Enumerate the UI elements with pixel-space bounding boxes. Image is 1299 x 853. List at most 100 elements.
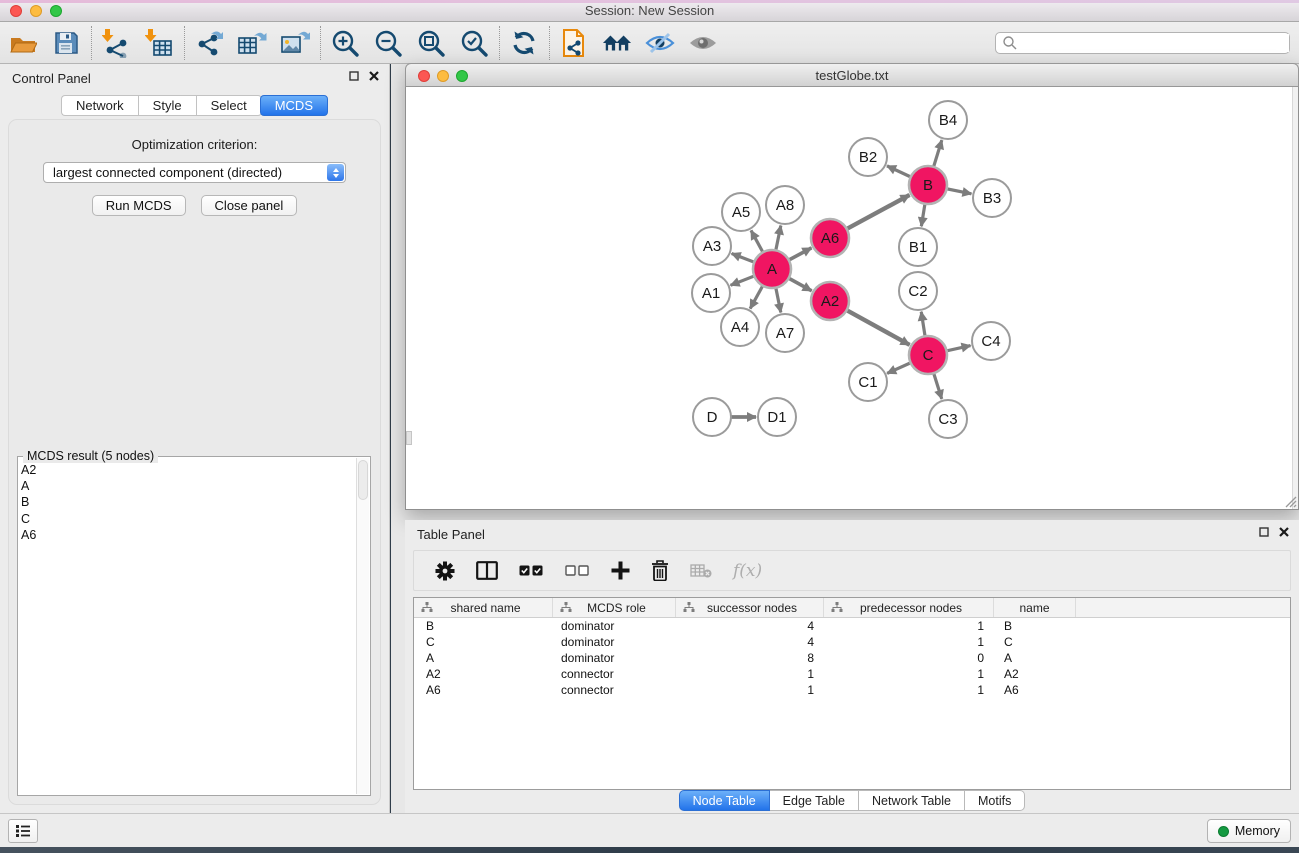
export-image-icon[interactable]: [280, 27, 310, 59]
network-view-window: testGlobe.txt B4 B2 B B3 A5 A8 A6 A3 B1 A C2 A1 A2 A4…: [405, 63, 1299, 510]
node-C1[interactable]: C1: [849, 363, 887, 401]
node-B4[interactable]: B4: [929, 101, 967, 139]
zoom-selected-icon[interactable]: [459, 27, 489, 59]
column-header-shared-name[interactable]: shared name: [414, 598, 553, 617]
node-A4[interactable]: A4: [721, 308, 759, 346]
zoom-in-icon[interactable]: [330, 27, 360, 59]
search-input[interactable]: [1018, 34, 1289, 52]
result-item[interactable]: A6: [21, 527, 354, 543]
tab-network[interactable]: Network: [61, 95, 138, 116]
network-vertical-scrollbar[interactable]: [1292, 87, 1298, 509]
run-mcds-button[interactable]: Run MCDS: [92, 195, 186, 216]
control-panel-tabs: NetworkStyleSelectMCDS: [0, 95, 389, 116]
result-item[interactable]: A2: [21, 462, 354, 478]
node-label: B1: [909, 239, 927, 256]
network-scroll-nub[interactable]: [406, 431, 412, 445]
node-D1[interactable]: D1: [758, 398, 796, 436]
export-table-icon[interactable]: [237, 27, 267, 59]
network-window-titlebar[interactable]: testGlobe.txt: [405, 63, 1299, 87]
tab-network-table[interactable]: Network Table: [859, 790, 965, 811]
tab-motifs[interactable]: Motifs: [965, 790, 1025, 811]
node-A7[interactable]: A7: [766, 314, 804, 352]
node-A2[interactable]: A2: [811, 282, 849, 320]
memory-button[interactable]: Memory: [1207, 819, 1291, 843]
table-row[interactable]: A2connector11A2: [414, 666, 1290, 682]
node-A8[interactable]: A8: [766, 186, 804, 224]
node-A6[interactable]: A6: [811, 219, 849, 257]
task-history-button[interactable]: [8, 819, 38, 843]
node-B[interactable]: B: [909, 166, 947, 204]
deselect-all-icon[interactable]: [565, 565, 590, 576]
table-tabs: Node TableEdge TableNetwork TableMotifs: [405, 790, 1299, 811]
table-row[interactable]: A6connector11A6: [414, 682, 1290, 698]
table-row[interactable]: Adominator80A: [414, 650, 1290, 666]
import-table-icon[interactable]: [144, 27, 174, 59]
save-session-icon[interactable]: [51, 27, 81, 59]
delete-columns-trash-icon[interactable]: [651, 560, 669, 581]
node-B1[interactable]: B1: [899, 228, 937, 266]
table-cell: A2: [414, 667, 553, 681]
node-A[interactable]: A: [753, 250, 791, 288]
node-C3[interactable]: C3: [929, 400, 967, 438]
float-table-panel-icon[interactable]: [1259, 527, 1269, 537]
memory-status-icon: [1218, 826, 1229, 837]
tab-select[interactable]: Select: [196, 95, 262, 116]
column-header-MCDS-role[interactable]: MCDS role: [553, 598, 676, 617]
node-B2[interactable]: B2: [849, 138, 887, 176]
function-builder-icon[interactable]: f(x): [733, 561, 762, 581]
result-scrollbar[interactable]: [356, 458, 369, 794]
resize-grip-icon[interactable]: [1283, 494, 1297, 508]
tab-style[interactable]: Style: [138, 95, 196, 116]
float-panel-icon[interactable]: [349, 71, 359, 81]
result-item[interactable]: A: [21, 478, 354, 494]
search-field[interactable]: [995, 32, 1290, 54]
titlebar: Session: New Session: [0, 0, 1299, 22]
add-column-plus-icon[interactable]: [611, 561, 630, 580]
node-D[interactable]: D: [693, 398, 731, 436]
criterion-select[interactable]: largest connected component (directed): [43, 162, 346, 183]
tab-mcds[interactable]: MCDS: [260, 95, 328, 116]
hide-selected-eye-slash-icon[interactable]: [645, 27, 675, 59]
home-icon[interactable]: [602, 27, 632, 59]
column-header-name[interactable]: name: [994, 598, 1076, 617]
node-C4[interactable]: C4: [972, 322, 1010, 360]
show-hidden-eye-icon[interactable]: [688, 27, 718, 59]
attribute-type-icon: [560, 602, 572, 613]
network-canvas[interactable]: B4 B2 B B3 A5 A8 A6 A3 B1 A C2 A1 A2 A4A7 C4 C C1 D D1 C3: [405, 87, 1299, 510]
result-item[interactable]: C: [21, 511, 354, 527]
node-A5[interactable]: A5: [722, 193, 760, 231]
refresh-view-icon[interactable]: [509, 27, 539, 59]
node-A3[interactable]: A3: [693, 227, 731, 265]
column-header-predecessor-nodes[interactable]: predecessor nodes: [824, 598, 994, 617]
result-item[interactable]: B: [21, 494, 354, 510]
table-settings-gear-icon[interactable]: [435, 561, 455, 581]
export-network-icon[interactable]: [194, 27, 224, 59]
table-cell: C: [994, 635, 1076, 649]
select-all-icon[interactable]: [519, 565, 544, 576]
close-panel-icon[interactable]: [369, 71, 379, 81]
table-row[interactable]: Cdominator41C: [414, 634, 1290, 650]
node-B3[interactable]: B3: [973, 179, 1011, 217]
column-label: predecessor nodes: [843, 601, 993, 615]
delete-table-icon[interactable]: [690, 564, 712, 578]
import-network-icon[interactable]: [101, 27, 131, 59]
close-panel-button[interactable]: Close panel: [201, 195, 298, 216]
node-C2[interactable]: C2: [899, 272, 937, 310]
zoom-out-icon[interactable]: [373, 27, 403, 59]
node-C[interactable]: C: [909, 336, 947, 374]
node-label: A8: [776, 197, 794, 214]
open-session-icon[interactable]: [8, 27, 38, 59]
table-cell: 4: [676, 635, 824, 649]
column-header-successor-nodes[interactable]: successor nodes: [676, 598, 824, 617]
table-row[interactable]: Bdominator41B: [414, 618, 1290, 634]
close-table-panel-icon[interactable]: [1279, 527, 1289, 537]
fit-content-icon[interactable]: [416, 27, 446, 59]
new-network-from-selection-icon[interactable]: [559, 27, 589, 59]
node-label: A5: [732, 204, 750, 221]
split-panel-icon[interactable]: [476, 561, 498, 580]
mcds-result-list[interactable]: A2ABCA6: [21, 462, 354, 793]
tab-node-table[interactable]: Node Table: [679, 790, 770, 811]
tab-edge-table[interactable]: Edge Table: [770, 790, 859, 811]
table-cell: connector: [553, 667, 676, 681]
node-A1[interactable]: A1: [692, 274, 730, 312]
